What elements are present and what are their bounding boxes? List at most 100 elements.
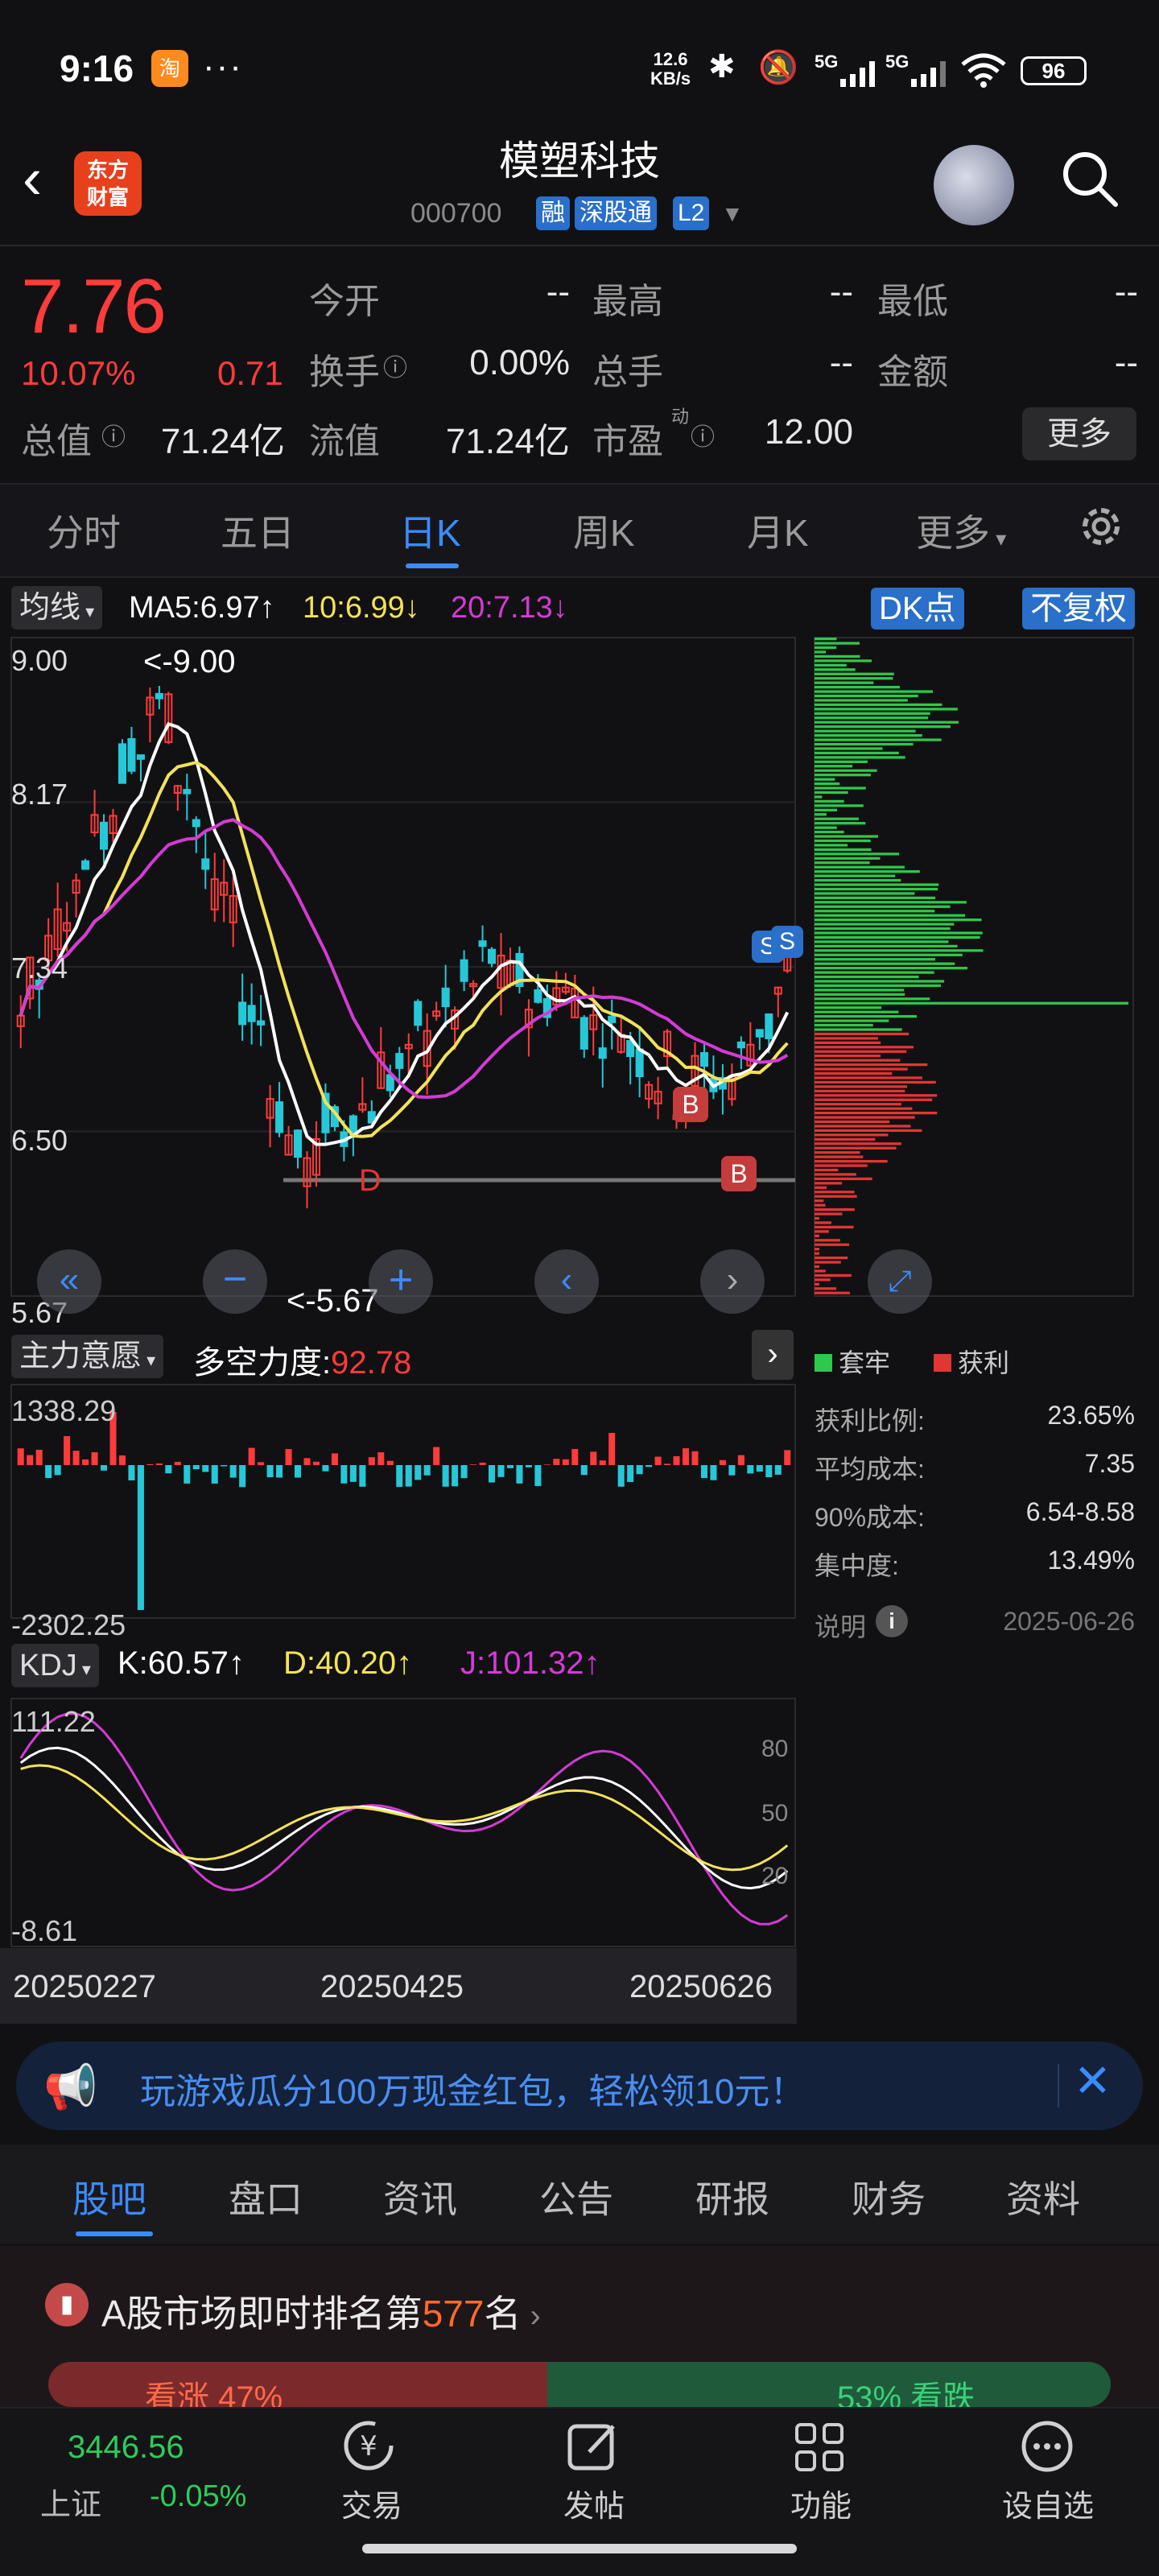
chip-bar bbox=[815, 1129, 922, 1133]
force-bar bbox=[489, 1465, 496, 1483]
buy-marker[interactable]: B bbox=[673, 1087, 708, 1122]
pe-label: 市盈 bbox=[592, 422, 663, 461]
rank-text[interactable]: A股市场即时排名第577名 › bbox=[101, 2285, 541, 2338]
chip-bar bbox=[815, 857, 881, 860]
promo-text[interactable]: 玩游戏瓜分100万现金红包，轻松领10元！ bbox=[140, 2062, 805, 2114]
nav-trade[interactable]: 交易 bbox=[307, 2481, 436, 2525]
force-bar bbox=[719, 1459, 726, 1465]
robot-assistant-icon[interactable] bbox=[934, 145, 1014, 225]
jump-start-button[interactable]: « bbox=[37, 1249, 101, 1314]
tab-research[interactable]: 研报 bbox=[695, 2170, 769, 2223]
info-icon[interactable]: ⓘ bbox=[383, 348, 407, 383]
dk-point-button[interactable]: DK点 bbox=[871, 588, 964, 630]
tab-five-day[interactable]: 五日 bbox=[221, 504, 295, 557]
tab-profile[interactable]: 资料 bbox=[1006, 2170, 1080, 2223]
adjust-button[interactable]: 不复权 bbox=[1022, 588, 1135, 630]
sell-marker[interactable]: S bbox=[771, 926, 803, 958]
stock-code: 000700 bbox=[410, 198, 502, 229]
search-icon[interactable] bbox=[1059, 148, 1120, 209]
more-quote-button[interactable]: 更多 bbox=[1022, 407, 1136, 460]
zoom-out-button[interactable]: − bbox=[203, 1249, 267, 1314]
force-bar bbox=[377, 1452, 385, 1465]
chip-bar bbox=[815, 725, 951, 729]
tab-news[interactable]: 资讯 bbox=[383, 2170, 457, 2223]
indicator1-selector-label: 主力意愿 bbox=[19, 1340, 142, 1373]
tab-financials[interactable]: 财务 bbox=[852, 2170, 926, 2223]
tab-daily-k[interactable]: 日K bbox=[399, 504, 461, 557]
expand-icon[interactable]: ⤢ bbox=[868, 1249, 932, 1314]
stock-name: 模塑科技 bbox=[499, 138, 660, 184]
indicator2-selector[interactable]: KDJ ▾ bbox=[11, 1644, 99, 1687]
index-name[interactable]: 上证 bbox=[40, 2479, 101, 2524]
chevron-right-icon: › bbox=[521, 2298, 541, 2334]
open-label: 今开 bbox=[309, 282, 380, 321]
rise-vote-bar[interactable]: 看涨 47% bbox=[48, 2362, 547, 2407]
chevron-down-icon[interactable]: ▼ bbox=[721, 201, 744, 227]
force-bar bbox=[747, 1465, 754, 1474]
force-bar bbox=[118, 1455, 126, 1465]
more-circle-icon[interactable] bbox=[1019, 2418, 1075, 2479]
info-icon[interactable]: ⓘ bbox=[691, 417, 715, 452]
chips-date: 2025-06-26 bbox=[1003, 1607, 1135, 1636]
kline-chart[interactable] bbox=[0, 636, 1159, 2037]
candle-body bbox=[755, 1029, 764, 1038]
info-icon[interactable]: i bbox=[876, 1605, 908, 1637]
chip-bar bbox=[815, 1274, 852, 1278]
force-bar bbox=[683, 1448, 690, 1465]
indicator1-selector[interactable]: 主力意愿 ▾ bbox=[11, 1335, 164, 1378]
info-icon[interactable]: ⓘ bbox=[101, 417, 126, 452]
candle-body bbox=[100, 821, 109, 850]
float-cap-label: 流值 bbox=[309, 422, 380, 461]
candle-body bbox=[608, 1015, 617, 1023]
scroll-left-button[interactable]: ‹ bbox=[534, 1249, 599, 1314]
force-bar bbox=[312, 1461, 320, 1465]
compose-icon[interactable] bbox=[565, 2418, 621, 2479]
indicator1-value: 92.78 bbox=[331, 1345, 412, 1381]
chip-bar bbox=[815, 791, 848, 795]
scroll-right-button[interactable]: › bbox=[700, 1249, 765, 1314]
ma10-value: 10:6.99 bbox=[303, 591, 405, 625]
chip-bar bbox=[815, 729, 916, 733]
fall-label: 53% 看跌 bbox=[837, 2380, 975, 2407]
force-bar bbox=[728, 1465, 736, 1476]
force-bar bbox=[229, 1465, 237, 1478]
chip-bar bbox=[815, 852, 900, 856]
chip-bar bbox=[815, 786, 866, 790]
tab-orderbook[interactable]: 盘口 bbox=[229, 2170, 303, 2223]
buy-marker[interactable]: B bbox=[721, 1156, 757, 1191]
apps-grid-icon[interactable] bbox=[792, 2420, 847, 2479]
tab-weekly-k[interactable]: 周K bbox=[573, 504, 635, 557]
chip-bar bbox=[815, 835, 879, 838]
force-bar bbox=[128, 1465, 135, 1480]
zoom-in-button[interactable]: + bbox=[369, 1249, 433, 1314]
chip-bar bbox=[815, 1120, 890, 1124]
tab-more[interactable]: 更多 ▾ bbox=[916, 504, 1006, 557]
gear-icon[interactable] bbox=[1075, 501, 1127, 556]
profit-ratio-label: 获利比例: bbox=[815, 1406, 925, 1435]
ma5-readout: MA5:6.97↑ bbox=[129, 591, 275, 625]
close-icon[interactable]: ✕ bbox=[1074, 2054, 1112, 2107]
chip-bar bbox=[815, 668, 856, 671]
force-bar bbox=[516, 1465, 523, 1484]
chip-bar bbox=[815, 1076, 922, 1080]
home-indicator[interactable] bbox=[362, 2544, 797, 2553]
nav-functions[interactable]: 功能 bbox=[757, 2481, 885, 2525]
tab-announcements[interactable]: 公告 bbox=[539, 2170, 613, 2223]
chip-bar bbox=[815, 944, 958, 948]
index-change[interactable]: -0.05% bbox=[150, 2479, 246, 2514]
nav-watchlist[interactable]: 设自选 bbox=[984, 2481, 1112, 2525]
tab-forum[interactable]: 股吧 bbox=[72, 2170, 146, 2223]
arrow-up-icon: ↑ bbox=[396, 1645, 413, 1681]
tab-intraday[interactable]: 分时 bbox=[47, 504, 121, 557]
chip-bar bbox=[815, 901, 967, 904]
trade-icon[interactable]: ¥ bbox=[338, 2417, 399, 2477]
chip-bar bbox=[815, 914, 966, 917]
chevron-right-icon[interactable]: › bbox=[752, 1330, 794, 1380]
index-value[interactable]: 3446.56 bbox=[68, 2429, 184, 2466]
kdj-level-80: 80 bbox=[761, 1736, 789, 1762]
tab-monthly-k[interactable]: 月K bbox=[747, 504, 809, 557]
nav-post[interactable]: 发帖 bbox=[530, 2481, 658, 2525]
back-button[interactable]: ‹ bbox=[23, 150, 42, 208]
fall-vote-bar[interactable]: 53% 看跌 bbox=[547, 2362, 1111, 2407]
ma-selector[interactable]: 均线 ▾ bbox=[11, 586, 103, 630]
